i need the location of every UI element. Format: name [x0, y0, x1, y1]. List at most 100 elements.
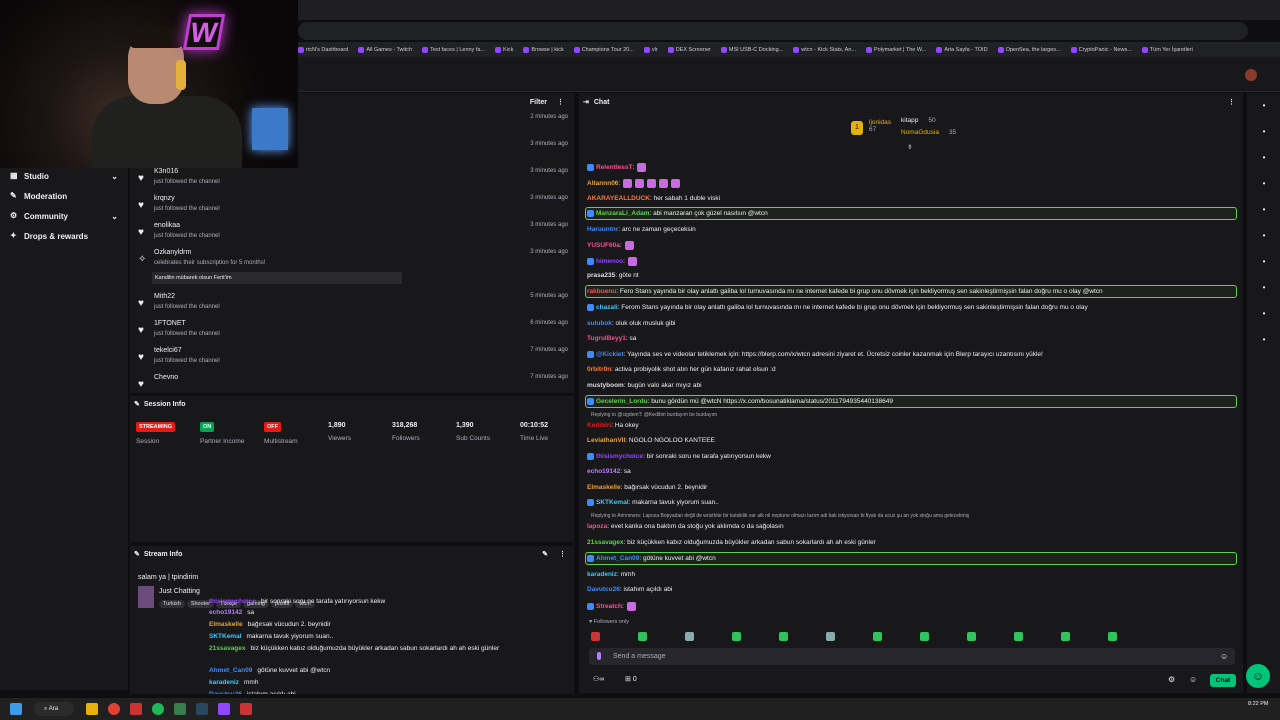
- chat-username[interactable]: himenoo: [596, 258, 623, 265]
- bookmark-item[interactable]: DEX Screener: [667, 46, 711, 53]
- bookmark-item[interactable]: Tüm Yer İşaretleri: [1141, 46, 1193, 53]
- bolt-icon[interactable]: •: [1259, 179, 1269, 189]
- quick-emote-icon[interactable]: [967, 632, 976, 641]
- gift-icon[interactable]: ⊞ 0: [625, 675, 637, 683]
- chat-username[interactable]: LeviathanVII: [587, 437, 625, 444]
- help-icon[interactable]: ☺: [1246, 664, 1270, 688]
- bookmark-item[interactable]: Champions Tour 20...: [573, 46, 634, 53]
- bookmark-item[interactable]: MSI USB-C Docking...: [720, 46, 783, 53]
- bookmark-item[interactable]: CryptoPanic - News...: [1070, 46, 1132, 53]
- collapse-icon[interactable]: ⇥: [583, 98, 589, 106]
- channel-points-icon[interactable]: ⚇∞: [593, 675, 604, 683]
- quick-emote-icon[interactable]: [826, 632, 835, 641]
- users-icon[interactable]: ☺: [1189, 675, 1197, 684]
- more-options-icon[interactable]: ⋮: [559, 550, 566, 558]
- activity-username[interactable]: tekelci67: [154, 347, 182, 354]
- chat-username[interactable]: echo19142: [209, 609, 242, 616]
- activity-username[interactable]: krqnzy: [154, 195, 175, 202]
- chrome-icon[interactable]: [108, 703, 120, 715]
- chat-username[interactable]: chazali: [596, 304, 618, 311]
- chat-username[interactable]: Davutcu26: [209, 691, 242, 694]
- activity-username[interactable]: 1FTONET: [154, 320, 186, 327]
- chat-username[interactable]: TugrulBeyy1: [587, 335, 626, 342]
- leaderboard-entry[interactable]: ljonidas 67: [869, 119, 893, 133]
- chat-username[interactable]: Gecelerin_Lordu: [596, 398, 648, 405]
- quick-emote-icon[interactable]: [732, 632, 741, 641]
- bookmark-item[interactable]: vlr: [643, 46, 658, 53]
- activity-username[interactable]: Chevno: [154, 374, 178, 381]
- chat-icon[interactable]: •: [1259, 231, 1269, 241]
- quick-emote-icon[interactable]: [638, 632, 647, 641]
- app-icon[interactable]: [218, 703, 230, 715]
- chat-username[interactable]: thisismychoice: [596, 453, 643, 460]
- chat-username[interactable]: Haruuntnr: [587, 226, 618, 233]
- chat-username[interactable]: sulubok: [587, 320, 612, 327]
- chat-username[interactable]: Elmaskelle: [587, 484, 621, 491]
- steam-icon[interactable]: [196, 703, 208, 715]
- chat-username[interactable]: thisismychoice: [209, 598, 256, 605]
- app-icon[interactable]: [174, 703, 186, 715]
- quick-emote-icon[interactable]: [920, 632, 929, 641]
- activity-username[interactable]: K3n016: [154, 168, 178, 175]
- quick-emote-icon[interactable]: [685, 632, 694, 641]
- bookmark-item[interactable]: Polymarket | The W...: [865, 46, 926, 53]
- taskbar-search[interactable]: ⌕ Ara: [34, 702, 74, 716]
- bookmark-item[interactable]: Text faces | Lenny fa...: [422, 46, 485, 53]
- chat-username[interactable]: prasa235: [587, 272, 615, 279]
- more-options-icon[interactable]: ⋮: [557, 98, 564, 106]
- reply-context[interactable]: Replying to Arinnmers: Lapoza Bopyadan d…: [591, 513, 969, 519]
- quick-emote-icon[interactable]: [873, 632, 882, 641]
- chat-username[interactable]: 0rbitr0n: [587, 366, 611, 373]
- chat-username[interactable]: karadeniz: [209, 679, 239, 686]
- layers-icon[interactable]: •: [1259, 283, 1269, 293]
- info-icon[interactable]: •: [1259, 101, 1269, 111]
- chat-username[interactable]: karadeniz: [587, 571, 617, 578]
- quick-emote-icon[interactable]: [1108, 632, 1117, 641]
- file-explorer-icon[interactable]: [86, 703, 98, 715]
- chat-username[interactable]: Davutcu26: [587, 586, 620, 593]
- chat-username[interactable]: SKTKemal: [209, 633, 242, 640]
- app-icon[interactable]: [130, 703, 142, 715]
- gear-icon[interactable]: •: [1259, 335, 1269, 345]
- windows-start-icon[interactable]: [10, 703, 22, 715]
- activity-username[interactable]: Ozkanyldrm: [154, 249, 191, 256]
- leaderboard-entry[interactable]: kitapp 50: [901, 117, 936, 124]
- chat-username[interactable]: mustyboom: [587, 382, 624, 389]
- bookmark-item[interactable]: All Games - Twitch: [358, 46, 412, 53]
- chat-username[interactable]: ManzaraLi_Adam: [596, 210, 649, 217]
- chat-username[interactable]: Ahmet_Can09: [209, 667, 252, 674]
- chat-username[interactable]: Elmaskelle: [209, 621, 243, 628]
- settings-icon[interactable]: ⚙: [1168, 675, 1175, 684]
- quick-emote-icon[interactable]: [1014, 632, 1023, 641]
- stream-tag[interactable]: Turkish: [159, 600, 185, 608]
- chat-username[interactable]: SKTKemal: [596, 499, 629, 506]
- quick-emote-icon[interactable]: [779, 632, 788, 641]
- chat-username[interactable]: 21ssavagex: [587, 539, 624, 546]
- edit-icon[interactable]: ✎: [542, 550, 548, 558]
- chat-username[interactable]: @Kickiet: [596, 351, 624, 358]
- bookmark-item[interactable]: OpenSea, the larges...: [997, 46, 1061, 53]
- chat-send-button[interactable]: Chat: [1210, 674, 1236, 687]
- collapse-icon[interactable]: ✎: [134, 400, 140, 408]
- nav-item-studio[interactable]: ▦ Studio ⌄: [0, 166, 128, 186]
- clipboard-icon[interactable]: •: [1259, 205, 1269, 215]
- pencil-icon[interactable]: •: [1259, 127, 1269, 137]
- chat-username[interactable]: Ahmet_Can09: [596, 555, 639, 562]
- quick-emote-icon[interactable]: [591, 632, 600, 641]
- chevron-down-icon[interactable]: ⌄: [111, 172, 118, 181]
- scroll-down-icon[interactable]: ⇟: [907, 143, 913, 151]
- chat-username[interactable]: Altannn06: [587, 180, 618, 187]
- bookmark-item[interactable]: Aria Sayfa - TOID: [936, 46, 988, 53]
- nav-item-community[interactable]: ⚙ Community ⌄: [0, 206, 128, 226]
- filter-button[interactable]: Filter: [530, 99, 547, 106]
- bookmark-item[interactable]: Browse | kick: [523, 46, 564, 53]
- activity-username[interactable]: Mith22: [154, 293, 175, 300]
- wrench-icon[interactable]: •: [1259, 309, 1269, 319]
- camera-icon[interactable]: •: [1259, 153, 1269, 163]
- chat-username[interactable]: rakbuenu: [587, 288, 616, 295]
- bookmark-item[interactable]: Kick: [495, 46, 513, 53]
- leaderboard-entry[interactable]: NomaGdusia 35: [901, 129, 956, 136]
- chat-username[interactable]: RelentlessT: [596, 164, 633, 171]
- bookmark-item[interactable]: rtcN's Dashboard: [298, 46, 348, 53]
- chat-username[interactable]: Streatch: [596, 603, 622, 610]
